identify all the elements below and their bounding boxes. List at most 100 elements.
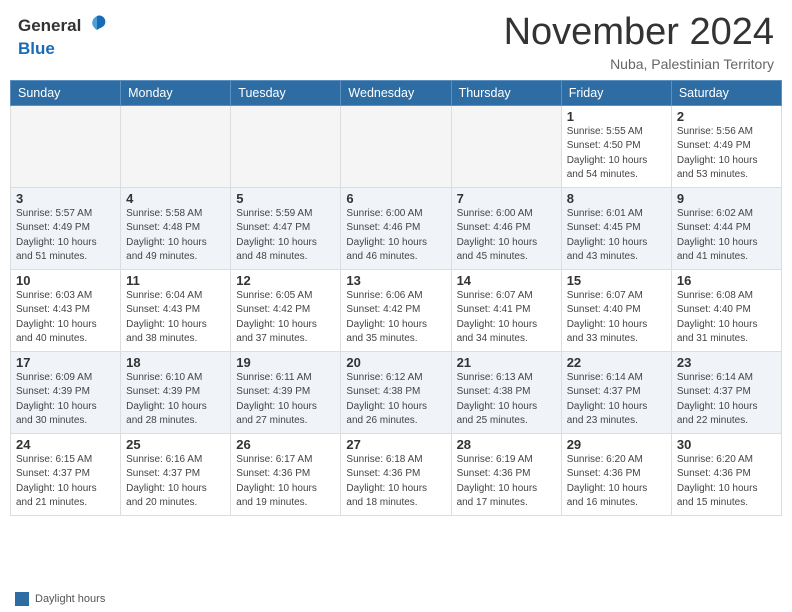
calendar-cell: 6Sunrise: 6:00 AM Sunset: 4:46 PM Daylig… bbox=[341, 187, 451, 269]
calendar-cell: 22Sunrise: 6:14 AM Sunset: 4:37 PM Dayli… bbox=[561, 351, 671, 433]
day-number: 19 bbox=[236, 355, 335, 370]
day-number: 11 bbox=[126, 273, 225, 288]
day-info: Sunrise: 6:08 AM Sunset: 4:40 PM Dayligh… bbox=[677, 289, 776, 347]
calendar-cell: 25Sunrise: 6:16 AM Sunset: 4:37 PM Dayli… bbox=[121, 433, 231, 515]
calendar-cell: 8Sunrise: 6:01 AM Sunset: 4:45 PM Daylig… bbox=[561, 187, 671, 269]
day-number: 17 bbox=[16, 355, 115, 370]
calendar-cell: 19Sunrise: 6:11 AM Sunset: 4:39 PM Dayli… bbox=[231, 351, 341, 433]
day-info: Sunrise: 6:15 AM Sunset: 4:37 PM Dayligh… bbox=[16, 453, 115, 511]
calendar-cell: 28Sunrise: 6:19 AM Sunset: 4:36 PM Dayli… bbox=[451, 433, 561, 515]
col-monday: Monday bbox=[121, 80, 231, 105]
day-number: 30 bbox=[677, 437, 776, 452]
col-sunday: Sunday bbox=[11, 80, 121, 105]
day-number: 24 bbox=[16, 437, 115, 452]
calendar-cell: 27Sunrise: 6:18 AM Sunset: 4:36 PM Dayli… bbox=[341, 433, 451, 515]
day-number: 27 bbox=[346, 437, 445, 452]
calendar-cell: 15Sunrise: 6:07 AM Sunset: 4:40 PM Dayli… bbox=[561, 269, 671, 351]
day-info: Sunrise: 6:09 AM Sunset: 4:39 PM Dayligh… bbox=[16, 371, 115, 429]
day-number: 26 bbox=[236, 437, 335, 452]
day-number: 25 bbox=[126, 437, 225, 452]
calendar-table: Sunday Monday Tuesday Wednesday Thursday… bbox=[10, 80, 782, 516]
month-title: November 2024 bbox=[504, 12, 774, 54]
day-info: Sunrise: 6:17 AM Sunset: 4:36 PM Dayligh… bbox=[236, 453, 335, 511]
day-info: Sunrise: 5:57 AM Sunset: 4:49 PM Dayligh… bbox=[16, 207, 115, 265]
day-info: Sunrise: 6:06 AM Sunset: 4:42 PM Dayligh… bbox=[346, 289, 445, 347]
calendar-cell bbox=[121, 105, 231, 187]
day-number: 9 bbox=[677, 191, 776, 206]
day-info: Sunrise: 6:00 AM Sunset: 4:46 PM Dayligh… bbox=[457, 207, 556, 265]
day-info: Sunrise: 6:02 AM Sunset: 4:44 PM Dayligh… bbox=[677, 207, 776, 265]
day-number: 3 bbox=[16, 191, 115, 206]
day-info: Sunrise: 6:01 AM Sunset: 4:45 PM Dayligh… bbox=[567, 207, 666, 265]
day-info: Sunrise: 6:14 AM Sunset: 4:37 PM Dayligh… bbox=[677, 371, 776, 429]
calendar-wrapper: Sunday Monday Tuesday Wednesday Thursday… bbox=[0, 80, 792, 587]
calendar-cell: 26Sunrise: 6:17 AM Sunset: 4:36 PM Dayli… bbox=[231, 433, 341, 515]
calendar-cell bbox=[341, 105, 451, 187]
day-info: Sunrise: 6:11 AM Sunset: 4:39 PM Dayligh… bbox=[236, 371, 335, 429]
calendar-cell: 4Sunrise: 5:58 AM Sunset: 4:48 PM Daylig… bbox=[121, 187, 231, 269]
day-info: Sunrise: 6:13 AM Sunset: 4:38 PM Dayligh… bbox=[457, 371, 556, 429]
day-info: Sunrise: 6:18 AM Sunset: 4:36 PM Dayligh… bbox=[346, 453, 445, 511]
col-saturday: Saturday bbox=[671, 80, 781, 105]
day-info: Sunrise: 6:19 AM Sunset: 4:36 PM Dayligh… bbox=[457, 453, 556, 511]
calendar-cell bbox=[11, 105, 121, 187]
calendar-week-row: 17Sunrise: 6:09 AM Sunset: 4:39 PM Dayli… bbox=[11, 351, 782, 433]
day-number: 5 bbox=[236, 191, 335, 206]
day-info: Sunrise: 6:07 AM Sunset: 4:41 PM Dayligh… bbox=[457, 289, 556, 347]
day-number: 14 bbox=[457, 273, 556, 288]
legend-row: Daylight hours bbox=[0, 587, 792, 612]
day-info: Sunrise: 6:20 AM Sunset: 4:36 PM Dayligh… bbox=[567, 453, 666, 511]
page-container: General Blue November 2024 Nuba, Palesti… bbox=[0, 0, 792, 612]
day-info: Sunrise: 6:16 AM Sunset: 4:37 PM Dayligh… bbox=[126, 453, 225, 511]
day-info: Sunrise: 6:14 AM Sunset: 4:37 PM Dayligh… bbox=[567, 371, 666, 429]
day-number: 1 bbox=[567, 109, 666, 124]
calendar-cell: 14Sunrise: 6:07 AM Sunset: 4:41 PM Dayli… bbox=[451, 269, 561, 351]
calendar-cell: 21Sunrise: 6:13 AM Sunset: 4:38 PM Dayli… bbox=[451, 351, 561, 433]
day-info: Sunrise: 6:00 AM Sunset: 4:46 PM Dayligh… bbox=[346, 207, 445, 265]
location-text: Nuba, Palestinian Territory bbox=[504, 56, 774, 72]
calendar-cell bbox=[231, 105, 341, 187]
day-info: Sunrise: 5:59 AM Sunset: 4:47 PM Dayligh… bbox=[236, 207, 335, 265]
title-section: November 2024 Nuba, Palestinian Territor… bbox=[504, 12, 774, 72]
logo-bird-icon bbox=[83, 12, 111, 40]
calendar-cell: 7Sunrise: 6:00 AM Sunset: 4:46 PM Daylig… bbox=[451, 187, 561, 269]
calendar-cell: 20Sunrise: 6:12 AM Sunset: 4:38 PM Dayli… bbox=[341, 351, 451, 433]
calendar-cell: 18Sunrise: 6:10 AM Sunset: 4:39 PM Dayli… bbox=[121, 351, 231, 433]
day-number: 8 bbox=[567, 191, 666, 206]
calendar-cell: 5Sunrise: 5:59 AM Sunset: 4:47 PM Daylig… bbox=[231, 187, 341, 269]
logo-text: General Blue bbox=[18, 12, 111, 59]
col-thursday: Thursday bbox=[451, 80, 561, 105]
day-number: 12 bbox=[236, 273, 335, 288]
day-number: 22 bbox=[567, 355, 666, 370]
calendar-header-row: Sunday Monday Tuesday Wednesday Thursday… bbox=[11, 80, 782, 105]
calendar-week-row: 24Sunrise: 6:15 AM Sunset: 4:37 PM Dayli… bbox=[11, 433, 782, 515]
day-info: Sunrise: 6:05 AM Sunset: 4:42 PM Dayligh… bbox=[236, 289, 335, 347]
col-tuesday: Tuesday bbox=[231, 80, 341, 105]
day-info: Sunrise: 5:58 AM Sunset: 4:48 PM Dayligh… bbox=[126, 207, 225, 265]
logo-general-text: General bbox=[18, 17, 81, 36]
calendar-week-row: 10Sunrise: 6:03 AM Sunset: 4:43 PM Dayli… bbox=[11, 269, 782, 351]
col-friday: Friday bbox=[561, 80, 671, 105]
logo-blue-text: Blue bbox=[18, 39, 55, 58]
calendar-cell: 30Sunrise: 6:20 AM Sunset: 4:36 PM Dayli… bbox=[671, 433, 781, 515]
calendar-cell: 2Sunrise: 5:56 AM Sunset: 4:49 PM Daylig… bbox=[671, 105, 781, 187]
day-number: 15 bbox=[567, 273, 666, 288]
calendar-cell: 24Sunrise: 6:15 AM Sunset: 4:37 PM Dayli… bbox=[11, 433, 121, 515]
calendar-cell: 23Sunrise: 6:14 AM Sunset: 4:37 PM Dayli… bbox=[671, 351, 781, 433]
day-number: 18 bbox=[126, 355, 225, 370]
day-number: 10 bbox=[16, 273, 115, 288]
calendar-cell: 9Sunrise: 6:02 AM Sunset: 4:44 PM Daylig… bbox=[671, 187, 781, 269]
day-number: 20 bbox=[346, 355, 445, 370]
day-number: 6 bbox=[346, 191, 445, 206]
day-number: 4 bbox=[126, 191, 225, 206]
calendar-cell bbox=[451, 105, 561, 187]
day-number: 28 bbox=[457, 437, 556, 452]
calendar-cell: 13Sunrise: 6:06 AM Sunset: 4:42 PM Dayli… bbox=[341, 269, 451, 351]
day-info: Sunrise: 6:04 AM Sunset: 4:43 PM Dayligh… bbox=[126, 289, 225, 347]
day-number: 13 bbox=[346, 273, 445, 288]
day-info: Sunrise: 6:10 AM Sunset: 4:39 PM Dayligh… bbox=[126, 371, 225, 429]
calendar-cell: 3Sunrise: 5:57 AM Sunset: 4:49 PM Daylig… bbox=[11, 187, 121, 269]
calendar-cell: 16Sunrise: 6:08 AM Sunset: 4:40 PM Dayli… bbox=[671, 269, 781, 351]
day-number: 2 bbox=[677, 109, 776, 124]
day-number: 7 bbox=[457, 191, 556, 206]
